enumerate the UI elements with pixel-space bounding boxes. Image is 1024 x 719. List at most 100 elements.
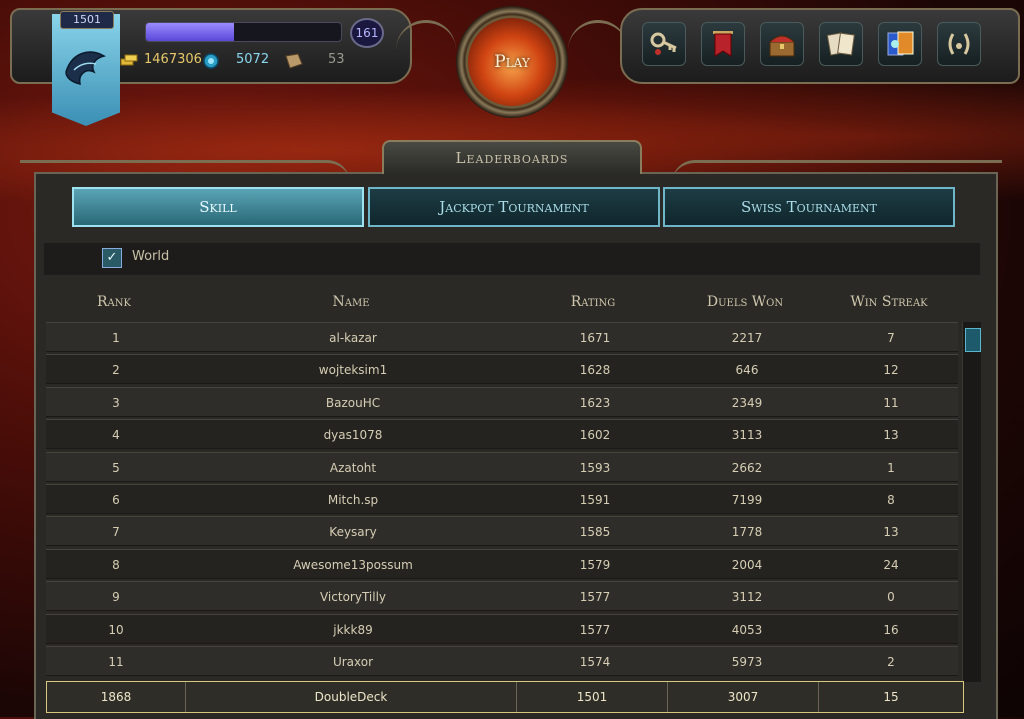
cell-rating: 1602	[579, 428, 611, 443]
header-duels-won[interactable]: Duels Won	[670, 294, 820, 310]
cell-rank: 9	[112, 590, 120, 605]
scroll-amount: 53	[328, 52, 345, 67]
player-banner[interactable]	[52, 14, 120, 126]
cell-rank: 6	[112, 493, 120, 507]
cell-name: Uraxor	[332, 655, 374, 669]
cell-win-streak: 13	[883, 525, 899, 540]
cell-win-streak: 11	[883, 395, 899, 410]
my-duels-won: 3007	[668, 682, 819, 712]
cell-name: al-kazar	[329, 331, 377, 345]
tab-skill[interactable]: Skill	[72, 187, 364, 227]
cell-win-streak: 2	[887, 655, 895, 669]
cell-rating: 1593	[579, 460, 611, 475]
cell-rank: 10	[108, 622, 124, 637]
cell-name: Keysary	[329, 525, 377, 540]
cell-rating: 1585	[579, 525, 611, 540]
header-rating[interactable]: Rating	[518, 294, 668, 310]
table-row[interactable]: 2 wojteksim1 1628 646 12	[46, 354, 958, 385]
table-row[interactable]: 7 Keysary 1585 1778 13	[46, 516, 958, 547]
world-label: World	[132, 249, 170, 264]
filter-row: ✓ World	[44, 243, 980, 275]
cell-win-streak: 1	[887, 460, 895, 475]
cell-duels-won: 5973	[731, 655, 763, 669]
cell-rank: 7	[112, 525, 120, 540]
cell-rank: 8	[112, 557, 120, 572]
cell-duels-won: 2662	[731, 460, 763, 475]
my-rank: 1868	[47, 682, 186, 712]
my-name: DoubleDeck	[186, 682, 517, 712]
cell-rank: 2	[112, 363, 120, 378]
world-checkbox[interactable]: ✓	[102, 248, 122, 268]
scrollbar-thumb[interactable]	[965, 328, 981, 352]
play-button[interactable]: Play	[468, 18, 556, 106]
header-rank[interactable]: Rank	[44, 294, 184, 310]
cell-name: Azatoht	[329, 460, 377, 475]
banner-icon[interactable]	[701, 22, 745, 66]
cell-duels-won: 1778	[731, 525, 763, 540]
table-row[interactable]: 1 al-kazar 1671 2217 7	[46, 322, 958, 352]
cell-name: Mitch.sp	[327, 493, 379, 507]
table-row[interactable]: 11 Uraxor 1574 5973 2	[46, 646, 958, 676]
play-ornament-right	[568, 20, 628, 63]
deck-icon[interactable]	[878, 22, 922, 66]
cell-duels-won: 3112	[731, 590, 763, 605]
cell-duels-won: 3113	[731, 428, 763, 443]
cell-rank: 4	[112, 428, 120, 443]
gold-amount: 1467306	[144, 52, 202, 67]
tab-jackpot-tournament[interactable]: Jackpot Tournament	[368, 187, 660, 227]
cell-duels-won: 646	[735, 363, 759, 378]
cell-name: wojteksim1	[318, 363, 388, 378]
player-level-badge: 1501	[60, 11, 114, 29]
cell-win-streak: 7	[887, 331, 895, 345]
leaderboard-tabs: Skill Jackpot Tournament Swiss Tournamen…	[72, 187, 956, 231]
cell-name: dyas1078	[323, 428, 383, 443]
my-rating: 1501	[517, 682, 668, 712]
cell-name: VictoryTilly	[319, 590, 387, 605]
table-row[interactable]: 9 VictoryTilly 1577 3112 0	[46, 581, 958, 612]
table-row[interactable]: 8 Awesome13possum 1579 2004 24	[46, 548, 958, 579]
xp-level-badge: 161	[350, 18, 384, 48]
treasure-chest-icon[interactable]	[760, 22, 804, 66]
tab-swiss-tournament[interactable]: Swiss Tournament	[663, 187, 955, 227]
cell-rank: 11	[108, 655, 124, 669]
table-row[interactable]: 5 Azatoht 1593 2662 1	[46, 451, 958, 482]
cell-rank: 5	[112, 460, 120, 475]
cell-rating: 1671	[579, 331, 611, 345]
cell-name: BazouHC	[325, 395, 381, 410]
header-name[interactable]: Name	[186, 294, 516, 310]
cell-win-streak: 12	[883, 363, 899, 378]
current-player-row[interactable]: 1868 DoubleDeck 1501 3007 15	[46, 681, 964, 713]
header-win-streak[interactable]: Win Streak	[822, 294, 956, 310]
cell-rating: 1577	[579, 622, 611, 637]
cell-win-streak: 8	[887, 493, 895, 507]
cell-rating: 1628	[579, 363, 611, 378]
cell-duels-won: 2004	[731, 557, 763, 572]
table-row[interactable]: 10 jkkk89 1577 4053 16	[46, 613, 958, 644]
laurel-icon[interactable]	[937, 22, 981, 66]
cell-duels-won: 7199	[731, 493, 763, 507]
cell-rank: 1	[112, 331, 120, 345]
xp-bar	[145, 22, 342, 42]
cell-win-streak: 0	[887, 590, 895, 605]
cell-name: jkkk89	[333, 622, 373, 637]
cell-rating: 1577	[579, 590, 611, 605]
scrollbar[interactable]	[962, 322, 981, 682]
cell-win-streak: 24	[883, 557, 899, 572]
dragon-emblem-icon	[65, 51, 106, 86]
table-row[interactable]: 6 Mitch.sp 1591 7199 8	[46, 484, 958, 514]
gem-amount: 5072	[236, 52, 270, 67]
cell-duels-won: 2217	[731, 331, 763, 345]
key-icon[interactable]	[642, 22, 686, 66]
cards-icon[interactable]	[819, 22, 863, 66]
table-row[interactable]: 4 dyas1078 1602 3113 13	[46, 419, 958, 450]
gem-icon	[203, 53, 219, 69]
cell-win-streak: 13	[883, 428, 899, 443]
gold-icon	[120, 54, 138, 66]
table-row[interactable]: 3 BazouHC 1623 2349 11	[46, 386, 958, 417]
cell-rating: 1579	[579, 557, 611, 572]
scroll-icon	[285, 53, 303, 69]
cell-rank: 3	[112, 395, 120, 410]
panel-title: Leaderboards	[382, 140, 642, 174]
cell-duels-won: 2349	[731, 395, 763, 410]
table-header: Rank Name Rating Duels Won Win Streak	[44, 284, 960, 320]
